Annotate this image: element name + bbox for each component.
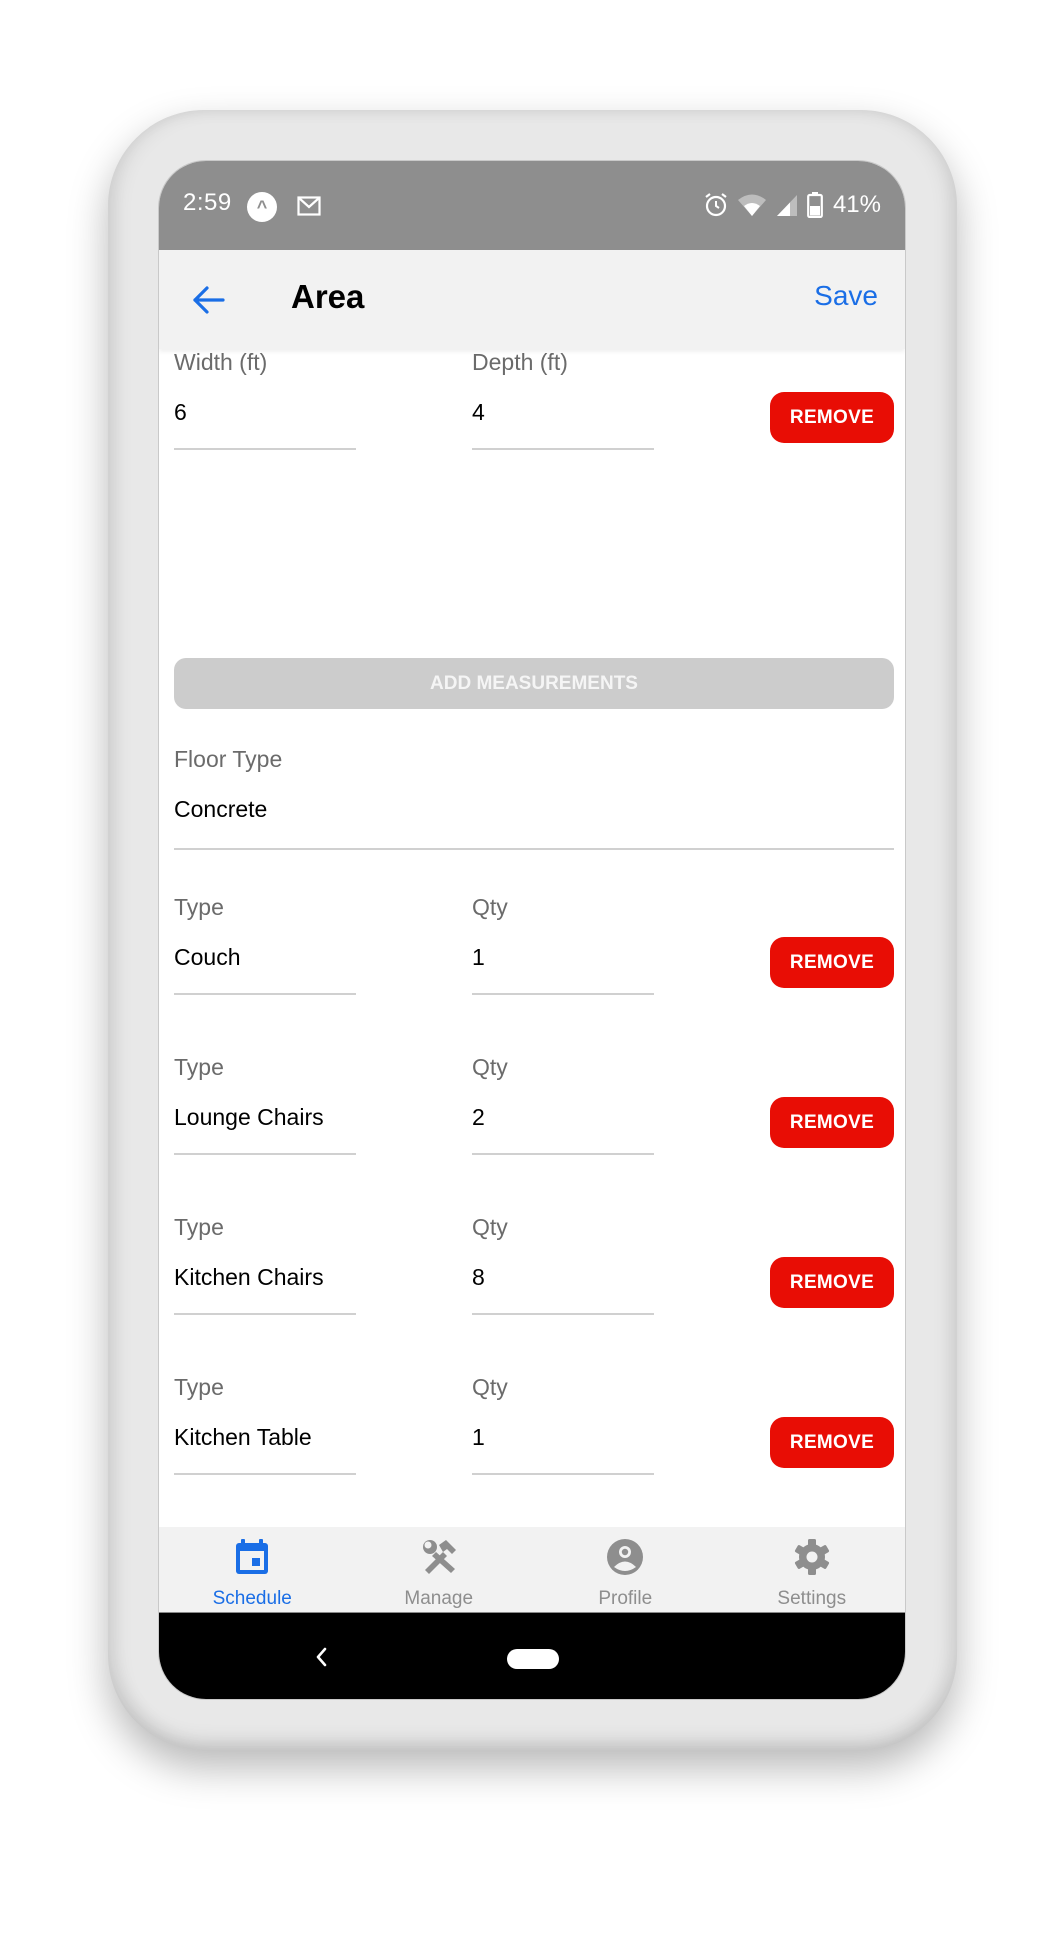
item-qty-underline	[472, 1473, 654, 1475]
tab-settings[interactable]: Settings	[719, 1527, 906, 1612]
remove-measurement-button[interactable]: REMOVE	[770, 392, 894, 443]
cell-signal-icon	[776, 195, 797, 216]
item-qty-underline	[472, 1313, 654, 1315]
floor-type-field[interactable]: Floor Type Concrete	[174, 746, 894, 851]
item-qty-field[interactable]: Qty 8	[472, 1214, 654, 1315]
add-measurements-button[interactable]: ADD MEASUREMENTS	[174, 658, 894, 709]
item-qty-label: Qty	[472, 1054, 508, 1080]
item-type-underline	[174, 1473, 356, 1475]
depth-label: Depth (ft)	[472, 349, 568, 375]
phone-screen: 2:59 ^ 41% Area Save Width (ft) 6 Depth …	[158, 160, 906, 1700]
width-underline	[174, 448, 356, 450]
item-type-field[interactable]: Type Lounge Chairs	[174, 1054, 356, 1155]
depth-input[interactable]: 4	[472, 399, 485, 426]
item-qty-input[interactable]: 1	[472, 944, 485, 971]
item-qty-input[interactable]: 2	[472, 1104, 485, 1131]
gmail-icon	[297, 196, 321, 216]
item-type-input[interactable]: Kitchen Table	[174, 1424, 312, 1451]
item-type-label: Type	[174, 894, 224, 920]
remove-item-button[interactable]: REMOVE	[770, 1417, 894, 1468]
home-pill-icon[interactable]	[507, 1649, 559, 1669]
item-qty-field[interactable]: Qty 1	[472, 1374, 654, 1475]
area-form[interactable]: Width (ft) 6 Depth (ft) 4 REMOVE ADD MEA…	[159, 349, 905, 1527]
floor-type-underline	[174, 848, 894, 850]
status-bar: 2:59 ^ 41%	[159, 161, 905, 250]
tab-schedule[interactable]: Schedule	[159, 1527, 346, 1612]
item-qty-underline	[472, 1153, 654, 1155]
item-qty-input[interactable]: 8	[472, 1264, 485, 1291]
status-time: 2:59	[183, 189, 232, 216]
item-qty-field[interactable]: Qty 2	[472, 1054, 654, 1155]
item-qty-label: Qty	[472, 1214, 508, 1240]
arrow-left-icon	[193, 286, 225, 314]
item-qty-input[interactable]: 1	[472, 1424, 485, 1451]
item-type-underline	[174, 1153, 356, 1155]
remove-item-button[interactable]: REMOVE	[770, 1097, 894, 1148]
save-button[interactable]: Save	[814, 280, 878, 312]
tab-profile-label: Profile	[598, 1588, 653, 1609]
item-type-underline	[174, 1313, 356, 1315]
chevron-left-icon[interactable]	[311, 1643, 331, 1671]
width-field[interactable]: Width (ft) 6	[174, 349, 356, 450]
status-right-icons: 41%	[703, 187, 881, 223]
item-type-underline	[174, 993, 356, 995]
item-type-input[interactable]: Kitchen Chairs	[174, 1264, 324, 1291]
wifi-icon	[737, 194, 766, 216]
item-qty-underline	[472, 993, 654, 995]
tab-manage[interactable]: Manage	[346, 1527, 533, 1612]
item-type-input[interactable]: Lounge Chairs	[174, 1104, 324, 1131]
width-label: Width (ft)	[174, 349, 268, 375]
item-type-label: Type	[174, 1214, 224, 1240]
depth-underline	[472, 448, 654, 450]
floor-type-input[interactable]: Concrete	[174, 796, 267, 823]
item-type-label: Type	[174, 1374, 224, 1400]
gear-icon	[794, 1539, 829, 1575]
floor-type-label: Floor Type	[174, 746, 283, 772]
depth-field[interactable]: Depth (ft) 4	[472, 349, 654, 450]
remove-item-button[interactable]: REMOVE	[770, 1257, 894, 1308]
tab-manage-label: Manage	[404, 1588, 474, 1609]
tab-profile[interactable]: Profile	[532, 1527, 719, 1612]
app-notification-icon: ^	[247, 192, 277, 222]
app-bar: Area Save	[159, 250, 905, 349]
back-button[interactable]	[189, 280, 229, 320]
battery-icon	[807, 192, 823, 218]
item-qty-label: Qty	[472, 1374, 508, 1400]
item-type-field[interactable]: Type Kitchen Table	[174, 1374, 356, 1475]
alarm-icon	[705, 193, 727, 217]
tab-settings-label: Settings	[777, 1588, 847, 1609]
item-type-input[interactable]: Couch	[174, 944, 240, 971]
item-type-field[interactable]: Type Couch	[174, 894, 356, 995]
item-qty-label: Qty	[472, 894, 508, 920]
item-qty-field[interactable]: Qty 1	[472, 894, 654, 995]
calendar-icon	[236, 1539, 269, 1574]
battery-percent: 41%	[832, 191, 881, 218]
width-input[interactable]: 6	[174, 399, 187, 426]
tools-icon	[422, 1540, 456, 1574]
remove-item-button[interactable]: REMOVE	[770, 937, 894, 988]
account-circle-icon	[607, 1539, 644, 1575]
page-title: Area	[291, 278, 365, 315]
item-type-label: Type	[174, 1054, 224, 1080]
bottom-tab-bar: Schedule Manage Profile Settings	[159, 1527, 905, 1613]
item-type-field[interactable]: Type Kitchen Chairs	[174, 1214, 356, 1315]
system-nav-bar	[159, 1613, 905, 1699]
tab-schedule-label: Schedule	[212, 1588, 292, 1609]
